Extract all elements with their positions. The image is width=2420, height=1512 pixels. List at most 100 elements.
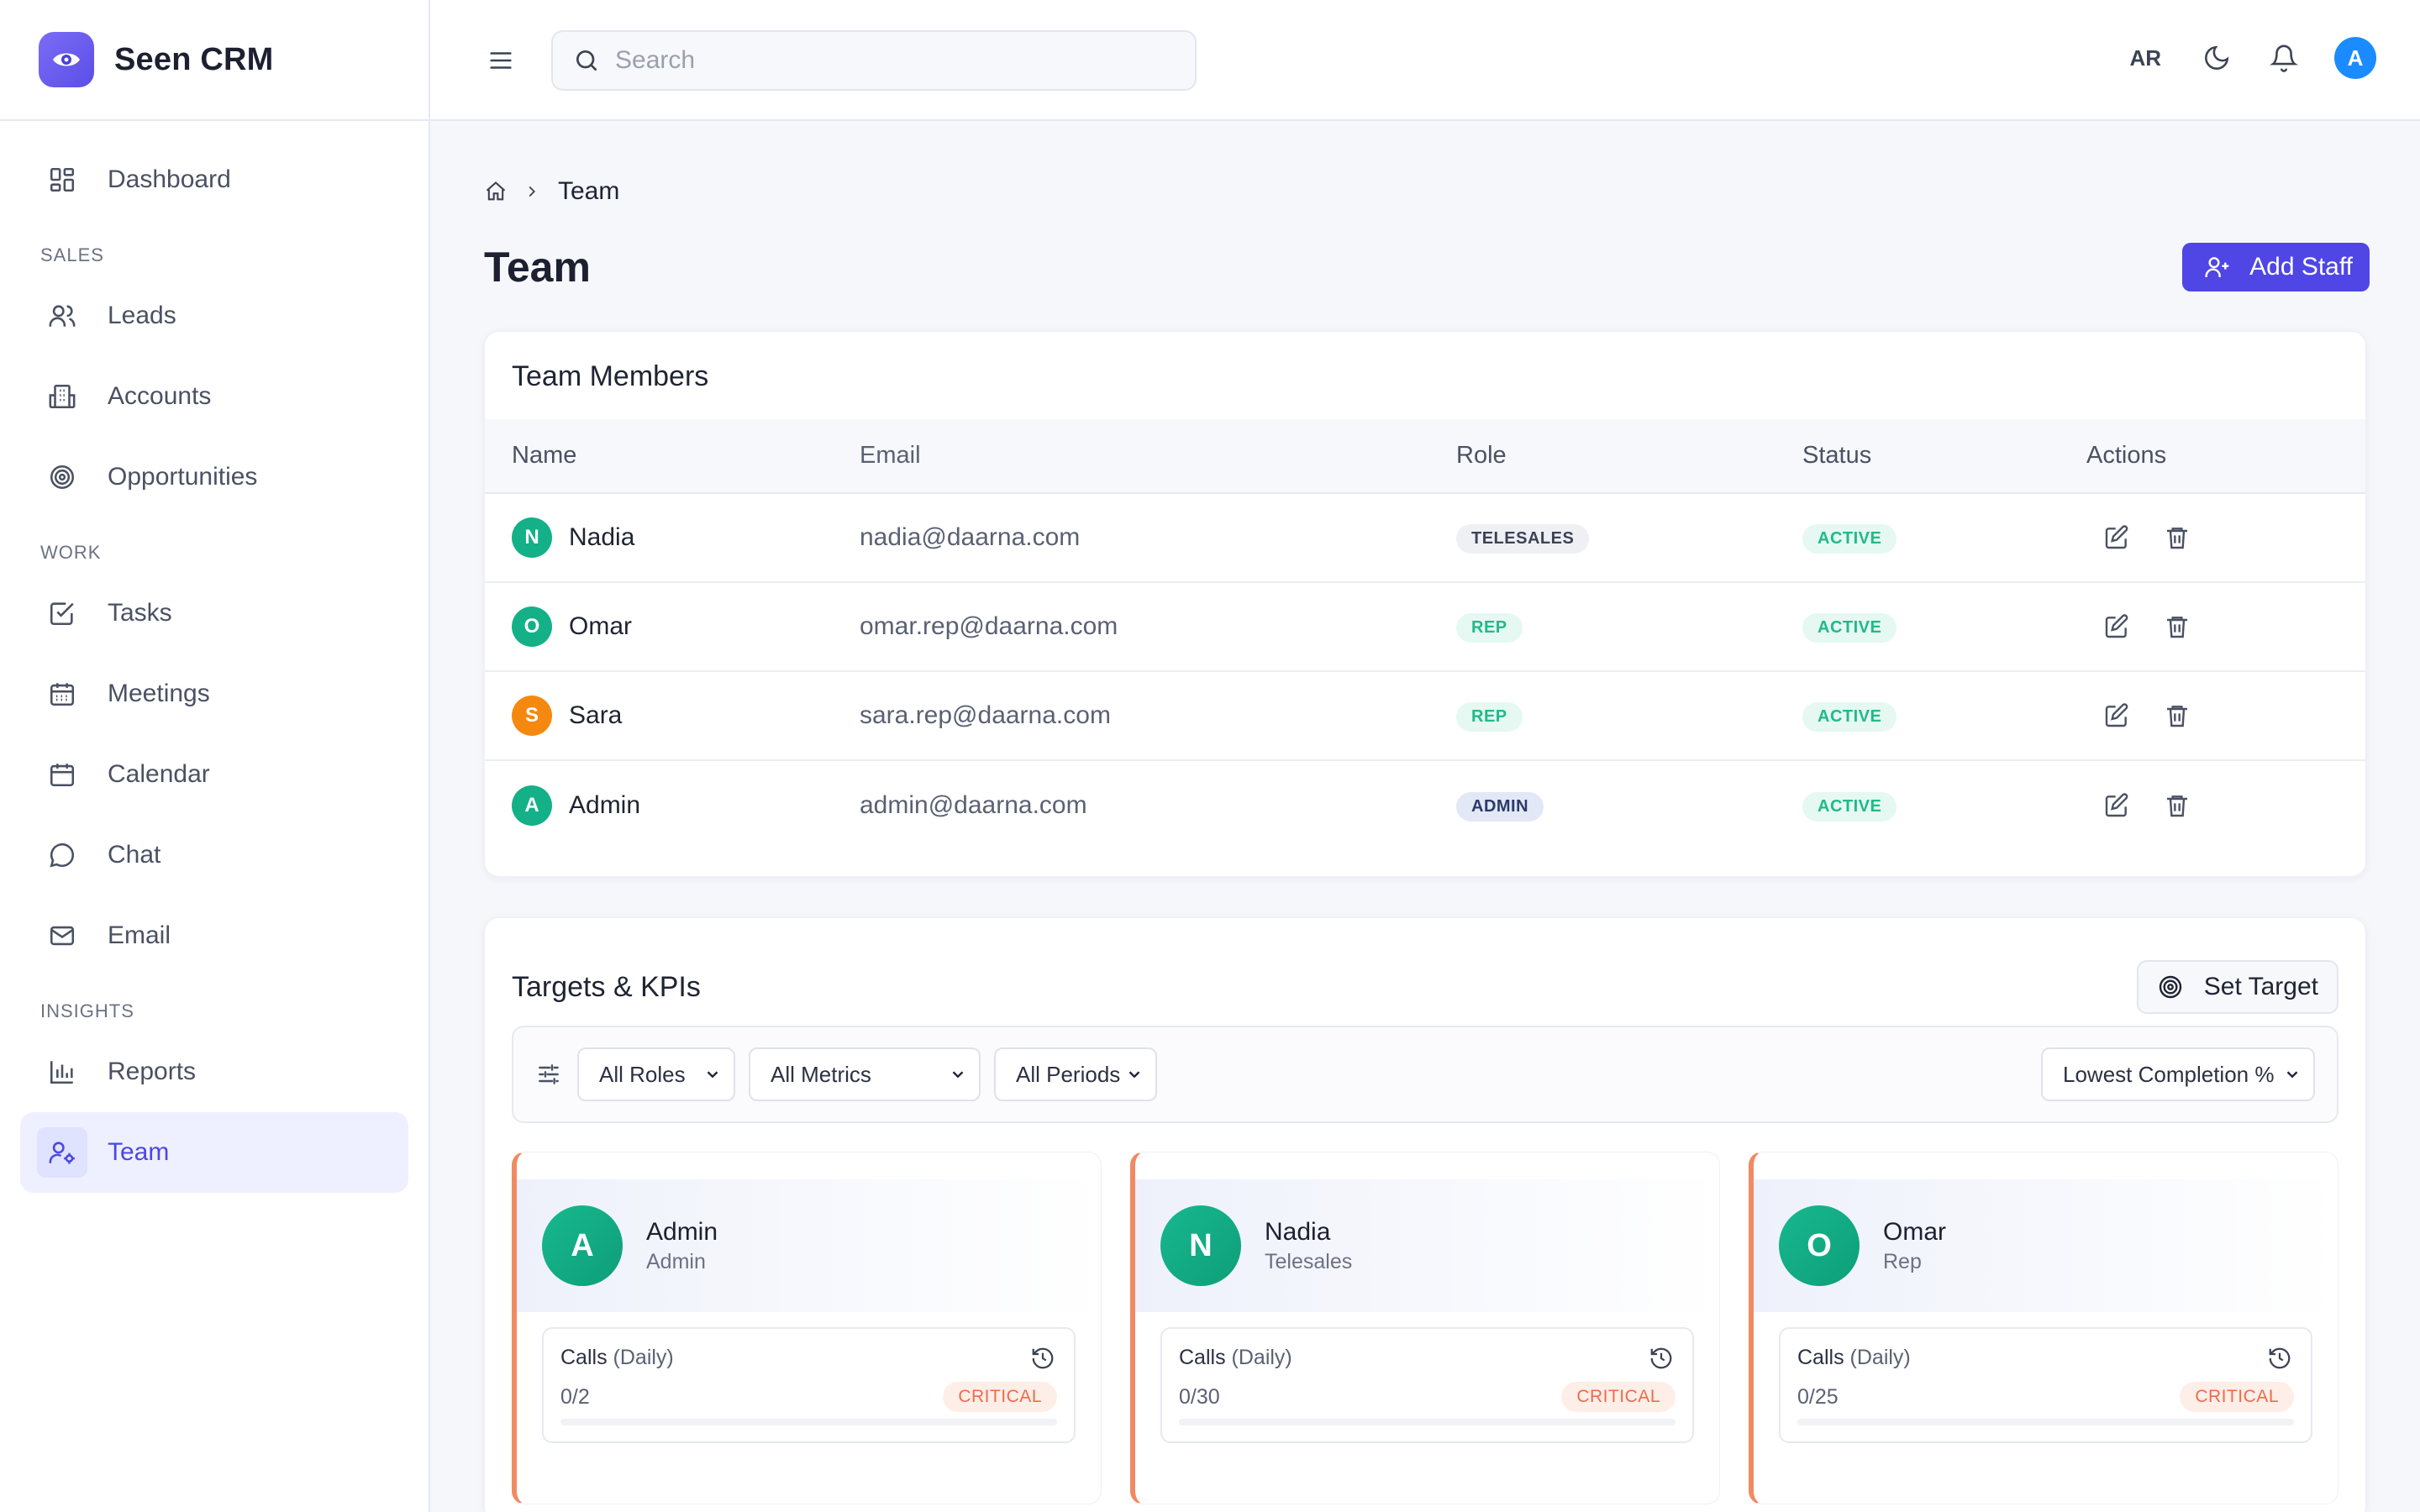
sidebar-item-accounts[interactable]: Accounts	[20, 356, 408, 437]
history-icon[interactable]	[1649, 1346, 1674, 1371]
kpi-metric-box[interactable]: Calls (Daily) 0/25 CRITICAL	[1779, 1327, 2312, 1443]
search-box[interactable]	[551, 30, 1197, 91]
kpi-avatar: A	[542, 1205, 623, 1286]
metric-progress-bar	[560, 1419, 1057, 1425]
edit-icon[interactable]	[2102, 522, 2132, 553]
language-toggle[interactable]: AR	[2129, 45, 2161, 71]
trash-icon[interactable]	[2162, 701, 2192, 731]
chevron-down-icon	[949, 1065, 967, 1084]
table-row[interactable]: O Omar omar.rep@daarna.com REP ACTIVE	[485, 582, 2365, 672]
status-badge: ACTIVE	[1802, 702, 1897, 732]
metric-status-badge: CRITICAL	[943, 1382, 1057, 1412]
member-avatar: S	[512, 696, 552, 736]
set-target-button[interactable]: Set Target	[2136, 960, 2338, 1014]
hamburger-menu-icon[interactable]	[484, 44, 518, 77]
kpi-metric-box[interactable]: Calls (Daily) 0/30 CRITICAL	[1160, 1327, 1694, 1443]
sidebar-item-email[interactable]: Email	[20, 895, 408, 976]
chevron-down-icon	[703, 1065, 722, 1084]
user-gear-icon	[37, 1127, 87, 1178]
column-header-email[interactable]: Email	[860, 419, 1456, 494]
home-icon[interactable]	[484, 180, 508, 203]
metric-status-badge: CRITICAL	[2180, 1382, 2294, 1412]
member-name: Sara	[569, 701, 623, 729]
sidebar-item-tasks[interactable]: Tasks	[20, 573, 408, 654]
sidebar-item-opportunities[interactable]: Opportunities	[20, 437, 408, 517]
status-badge: ACTIVE	[1802, 791, 1897, 822]
kpi-metric-box[interactable]: Calls (Daily) 0/2 CRITICAL	[542, 1327, 1076, 1443]
user-avatar[interactable]: A	[2334, 37, 2376, 79]
sidebar-item-label: Calendar	[108, 760, 210, 788]
users-icon	[45, 299, 79, 333]
targets-kpis-card: Targets & KPIs Set Target All Roles All …	[484, 917, 2366, 1512]
sidebar-item-reports[interactable]: Reports	[20, 1032, 408, 1112]
metric-status-badge: CRITICAL	[1561, 1382, 1676, 1412]
member-name: Omar	[569, 612, 632, 640]
kpi-avatar: O	[1779, 1205, 1860, 1286]
kpi-member-card[interactable]: A Admin Admin Calls (Daily) 0/2 CRITICAL	[512, 1152, 1102, 1504]
kpi-member-card[interactable]: O Omar Rep Calls (Daily) 0/25 CRITICAL	[1749, 1152, 2338, 1504]
chevron-down-icon	[1125, 1065, 1144, 1084]
brand[interactable]: Seen CRM	[0, 0, 429, 121]
member-name: Admin	[569, 790, 641, 819]
column-header-status[interactable]: Status	[1802, 419, 2086, 494]
checkbox-icon	[45, 596, 79, 630]
edit-icon[interactable]	[2102, 612, 2132, 642]
member-avatar: N	[512, 517, 552, 558]
kpi-member-name: Admin	[646, 1217, 718, 1246]
calendar-icon	[45, 758, 79, 791]
breadcrumb: Team	[484, 175, 2366, 208]
moon-icon[interactable]	[2200, 41, 2233, 75]
member-email: admin@daarna.com	[860, 790, 1087, 819]
header-actions: AR A	[2129, 37, 2376, 79]
history-icon[interactable]	[2267, 1346, 2292, 1371]
table-row[interactable]: N Nadia nadia@daarna.com TELESALES ACTIV…	[485, 493, 2365, 583]
metric-period: (Daily)	[1849, 1346, 1911, 1369]
sidebar-item-meetings[interactable]: Meetings	[20, 654, 408, 734]
sort-select[interactable]: Lowest Completion %	[2041, 1047, 2315, 1101]
metric-filter-select[interactable]: All Metrics	[749, 1047, 981, 1101]
sidebar-item-leads[interactable]: Leads	[20, 276, 408, 356]
role-filter-select[interactable]: All Roles	[577, 1047, 735, 1101]
column-header-role[interactable]: Role	[1456, 419, 1802, 494]
metric-period: (Daily)	[613, 1346, 674, 1369]
column-header-name[interactable]: Name	[485, 419, 860, 494]
sidebar-item-team[interactable]: Team	[20, 1112, 408, 1193]
kpi-member-role: Rep	[1883, 1249, 1922, 1273]
kpi-member-card[interactable]: N Nadia Telesales Calls (Daily) 0/30 CRI…	[1130, 1152, 1720, 1504]
metric-value: 0/2	[560, 1384, 590, 1409]
kpi-card-grid: A Admin Admin Calls (Daily) 0/2 CRITICAL…	[485, 1123, 2365, 1504]
role-badge: ADMIN	[1456, 791, 1544, 822]
trash-icon[interactable]	[2162, 790, 2192, 821]
period-filter-value: All Periods	[1016, 1061, 1121, 1087]
bell-icon[interactable]	[2267, 41, 2301, 75]
main-content: Team Team Add Staff Team Members Name Em…	[484, 121, 2370, 1512]
title-row: Team Add Staff	[484, 234, 2370, 301]
metric-filter-value: All Metrics	[771, 1061, 871, 1087]
table-row[interactable]: S Sara sara.rep@daarna.com REP ACTIVE	[485, 671, 2365, 761]
period-filter-select[interactable]: All Periods	[994, 1047, 1157, 1101]
edit-icon[interactable]	[2102, 701, 2132, 731]
nav-section-sales: SALES	[40, 244, 104, 265]
top-header: AR A	[430, 0, 2420, 121]
add-staff-button[interactable]: Add Staff	[2182, 243, 2370, 291]
edit-icon[interactable]	[2102, 790, 2132, 821]
kpi-member-name: Omar	[1883, 1217, 1946, 1246]
trash-icon[interactable]	[2162, 612, 2192, 642]
kpi-title: Targets & KPIs	[512, 970, 701, 1003]
breadcrumb-current: Team	[558, 177, 620, 205]
search-input[interactable]	[615, 46, 1153, 75]
trash-icon[interactable]	[2162, 522, 2192, 553]
nav-section-work: WORK	[40, 542, 102, 563]
target-icon	[45, 460, 79, 494]
sidebar-item-calendar[interactable]: Calendar	[20, 734, 408, 815]
team-members-table: Name Email Role Status Actions N Nadia n…	[485, 419, 2365, 849]
sidebar-item-dashboard[interactable]: Dashboard	[20, 139, 408, 220]
dashboard-icon	[45, 163, 79, 197]
table-row[interactable]: A Admin admin@daarna.com ADMIN ACTIVE	[485, 760, 2365, 849]
sidebar-item-chat[interactable]: Chat	[20, 815, 408, 895]
add-staff-label: Add Staff	[2249, 253, 2353, 281]
kpi-filter-bar: All Roles All Metrics All Periods Lowest…	[512, 1026, 2338, 1123]
kpi-avatar: N	[1160, 1205, 1241, 1286]
history-icon[interactable]	[1030, 1346, 1055, 1371]
metric-name: Calls	[560, 1346, 608, 1369]
